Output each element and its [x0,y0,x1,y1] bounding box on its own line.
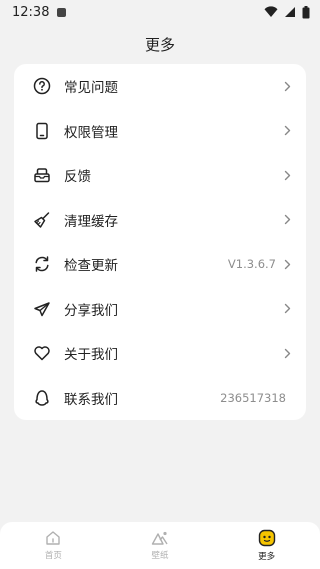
menu-card: 常见问题 权限管理 反馈 清理缓存 检查更新 V1.3.6.7 分享我们 关于我… [14,64,306,420]
menu-item-label: 联系我们 [64,391,118,408]
menu-item-label: 关于我们 [64,347,118,364]
battery-icon [302,5,310,18]
more-icon [258,529,275,547]
menu-item-label: 清理缓存 [64,213,118,230]
bottom-tab-bar: 首页 壁纸 更多 [0,522,320,569]
tab-wallpaper[interactable]: 壁纸 [120,530,200,561]
chevron-right-icon [282,214,292,226]
signal-icon [285,7,295,17]
tab-label: 首页 [44,551,62,561]
contact-number: 236517318 [220,390,286,405]
heart-icon [32,343,52,363]
status-right [264,5,310,19]
feedback-box-icon [32,165,52,185]
chevron-right-icon [282,169,292,181]
chevron-right-icon [282,258,292,270]
page-header: 更多 [0,28,320,60]
wifi-icon [264,6,278,17]
tab-label: 更多 [258,552,276,562]
tab-label: 壁纸 [151,551,169,561]
chevron-right-icon [282,303,292,315]
version-text: V1.3.6.7 [227,257,276,272]
chevron-right-icon [282,125,292,137]
menu-item-about[interactable]: 关于我们 [32,331,292,376]
menu-item-contact[interactable]: 联系我们 236517318 [32,376,292,421]
menu-item-permissions[interactable]: 权限管理 [32,109,292,154]
menu-item-share[interactable]: 分享我们 [32,287,292,332]
menu-item-label: 常见问题 [64,80,118,97]
wallpaper-icon [151,531,168,545]
page-title: 更多 [144,35,175,54]
status-bar: 12:38 [0,0,320,24]
menu-item-faq[interactable]: 常见问题 [32,64,292,109]
status-left: 12:38 [12,4,67,20]
home-icon [46,531,61,545]
menu-item-label: 检查更新 [64,258,118,275]
tab-more[interactable]: 更多 [227,529,307,562]
refresh-icon [32,254,52,274]
menu-item-label: 分享我们 [64,302,118,319]
chevron-right-icon [282,80,292,92]
chevron-right-icon [282,347,292,359]
question-icon [32,76,52,96]
menu-item-clear-cache[interactable]: 清理缓存 [32,198,292,243]
menu-item-feedback[interactable]: 反馈 [32,153,292,198]
qq-penguin-icon [32,388,52,408]
menu-item-label: 反馈 [64,169,91,186]
phone-icon [32,121,52,141]
menu-item-label: 权限管理 [64,124,118,141]
paper-plane-icon [32,299,52,319]
broom-icon [32,210,52,230]
status-time: 12:38 [12,4,50,20]
tab-home[interactable]: 首页 [13,530,93,561]
notification-icon [57,7,67,17]
menu-item-check-update[interactable]: 检查更新 V1.3.6.7 [32,242,292,287]
